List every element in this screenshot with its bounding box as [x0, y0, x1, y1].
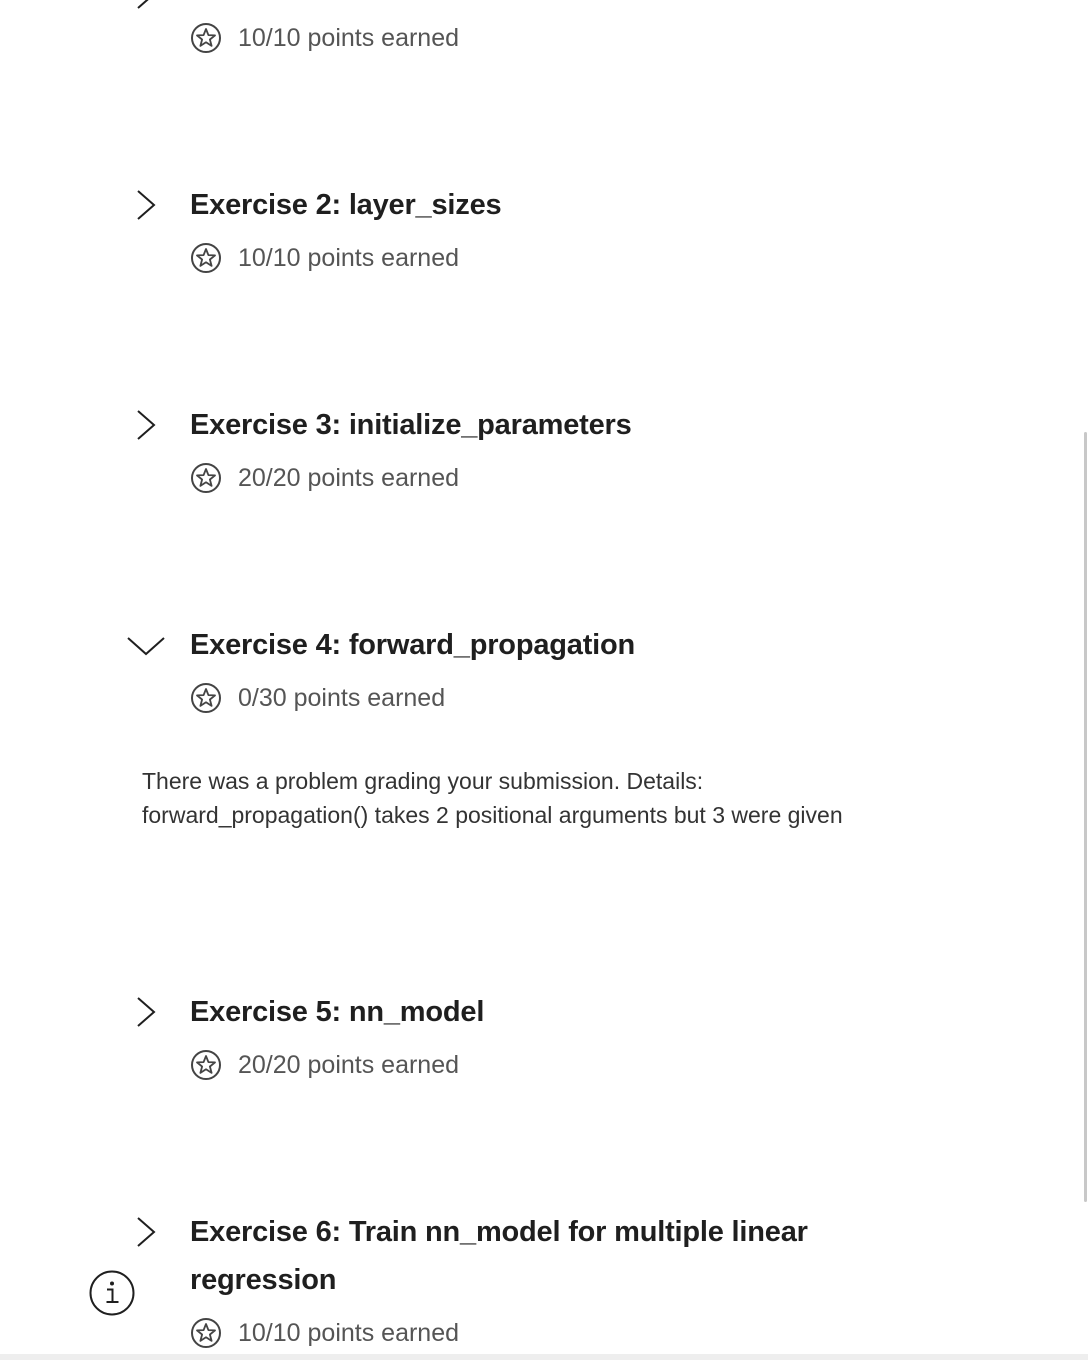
exercise-5-title[interactable]: Exercise 5: nn_model: [190, 988, 910, 1036]
points-label: 0/30 points earned: [238, 683, 446, 712]
grading-results-page: 10/10 points earned Exercise 2: layer_si…: [0, 0, 1088, 1360]
star-badge-icon: [191, 243, 221, 273]
chevron-right-icon[interactable]: [122, 988, 170, 1036]
exercise-3-title[interactable]: Exercise 3: initialize_parameters: [190, 401, 910, 449]
points-label: 10/10 points earned: [238, 23, 460, 52]
scrollbar[interactable]: [1084, 432, 1087, 1202]
star-badge-icon: [191, 683, 221, 713]
star-badge-icon: [191, 463, 221, 493]
exercise-4-title[interactable]: Exercise 4: forward_propagation: [190, 621, 910, 669]
bottom-divider: [0, 1354, 1088, 1360]
star-badge-icon: [191, 1050, 221, 1080]
chevron-right-icon[interactable]: [122, 181, 170, 229]
points-label: 20/20 points earned: [238, 463, 460, 492]
chevron-right-icon[interactable]: [122, 401, 170, 449]
exercise-5-points: 20/20 points earned: [190, 1049, 459, 1081]
exercise-2-points: 10/10 points earned: [190, 242, 459, 274]
star-badge-icon: [191, 23, 221, 53]
chevron-right-icon[interactable]: [122, 1208, 170, 1256]
exercise-1-points: 10/10 points earned: [190, 22, 459, 54]
chevron-right-icon[interactable]: [122, 0, 170, 18]
feedback-line-1: There was a problem grading your submiss…: [142, 768, 704, 794]
star-badge-icon: [191, 1318, 221, 1348]
points-label: 10/10 points earned: [238, 1318, 460, 1347]
points-label: 10/10 points earned: [238, 243, 460, 272]
info-icon: [89, 1270, 135, 1316]
info-button[interactable]: [89, 1270, 135, 1316]
points-label: 20/20 points earned: [238, 1050, 460, 1079]
chevron-down-icon[interactable]: [122, 621, 170, 669]
exercise-4-points: 0/30 points earned: [190, 682, 445, 714]
grading-feedback: There was a problem grading your submiss…: [142, 764, 1002, 832]
exercise-6-title[interactable]: Exercise 6: Train nn_model for multiple …: [190, 1208, 870, 1304]
exercise-2-title[interactable]: Exercise 2: layer_sizes: [190, 181, 910, 229]
exercise-3-points: 20/20 points earned: [190, 462, 459, 494]
feedback-line-2: forward_propagation() takes 2 positional…: [142, 802, 843, 828]
exercise-6-points: 10/10 points earned: [190, 1317, 459, 1349]
